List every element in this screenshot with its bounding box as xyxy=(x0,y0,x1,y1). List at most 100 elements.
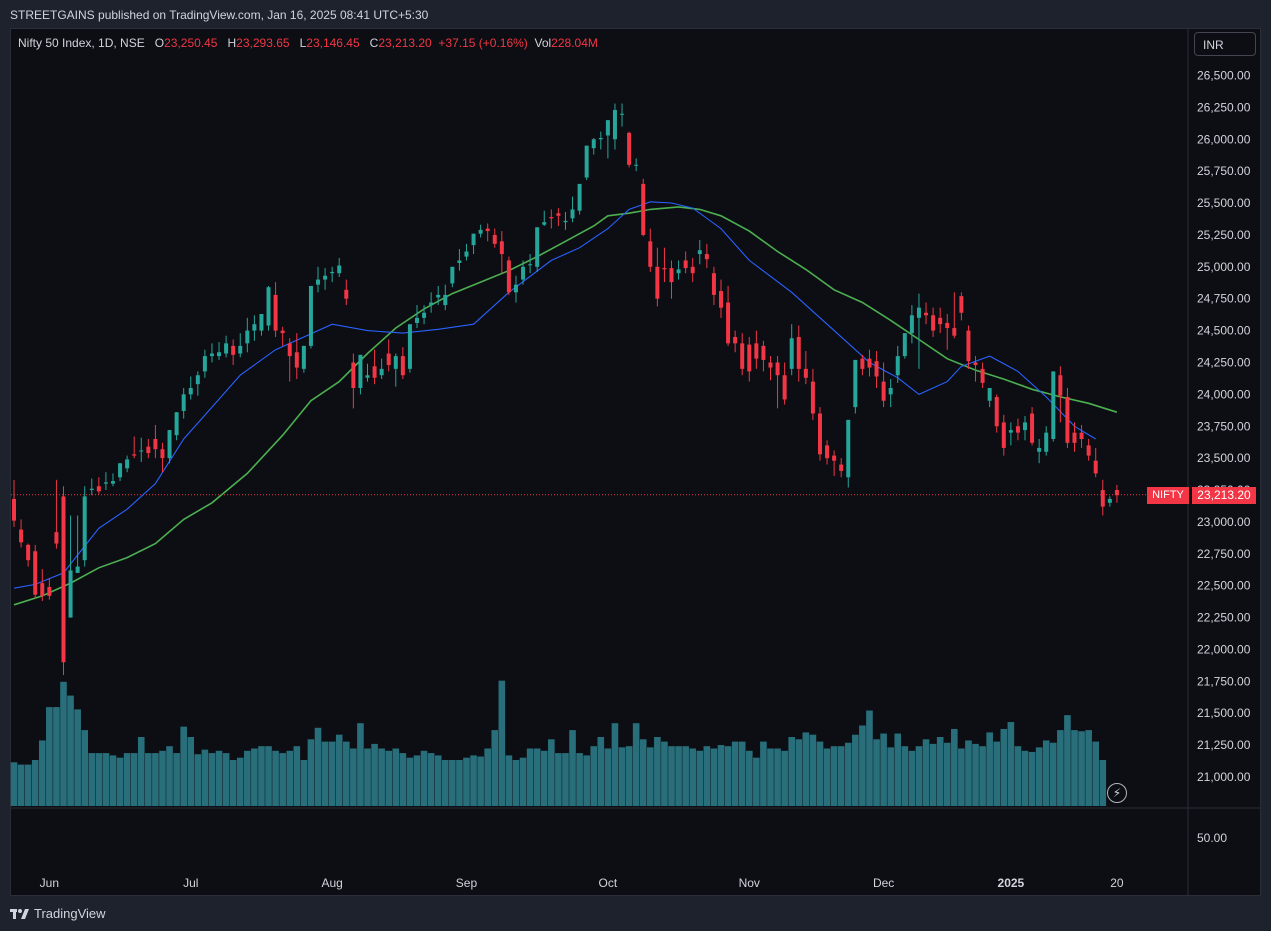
candle-body xyxy=(351,362,356,388)
time-tick-label: Oct xyxy=(599,876,618,890)
lightning-icon[interactable]: ⚡︎ xyxy=(1107,783,1127,803)
candle-body xyxy=(1079,432,1084,440)
volume-bar xyxy=(745,750,753,806)
candle-body xyxy=(238,345,243,354)
candle-body xyxy=(1023,422,1028,431)
volume-bar xyxy=(965,740,972,806)
volume-bar xyxy=(67,695,74,806)
legend-change: +37.15 (+0.16%) xyxy=(438,36,528,50)
time-tick-label: Dec xyxy=(873,876,894,890)
volume-bar xyxy=(611,723,619,806)
volume-bar xyxy=(456,760,463,806)
candle-body xyxy=(471,233,476,246)
price-tick-label: 24,750.00 xyxy=(1197,292,1251,306)
volume-bar xyxy=(852,734,859,806)
currency-button[interactable]: INR xyxy=(1194,32,1256,56)
time-tick-label: 20 xyxy=(1110,876,1124,890)
volume-bar xyxy=(760,741,767,806)
volume-bar xyxy=(604,748,612,806)
volume-bar xyxy=(597,737,605,806)
volume-bar xyxy=(548,739,555,806)
candle-body xyxy=(1086,445,1091,456)
candle-body xyxy=(308,285,313,346)
volume-bar xyxy=(936,737,944,806)
candle-body xyxy=(881,381,886,401)
candle-body xyxy=(33,551,38,595)
legend-low: 23,146.45 xyxy=(306,36,360,50)
volume-bar xyxy=(159,750,166,806)
candle-body xyxy=(542,222,547,225)
volume-bar xyxy=(533,748,541,806)
volume-bar xyxy=(505,755,513,806)
volume-bar xyxy=(576,753,583,806)
volume-bar xyxy=(738,741,746,806)
candle-body xyxy=(499,241,504,255)
volume-bar xyxy=(31,760,39,806)
volume-bar xyxy=(279,753,286,806)
candle-body xyxy=(1072,432,1077,443)
candle-body xyxy=(118,463,123,478)
candle-body xyxy=(563,220,568,223)
candle-body xyxy=(584,145,589,178)
candle-body xyxy=(754,343,759,359)
time-tick-label: Jul xyxy=(183,876,198,890)
volume-bar xyxy=(682,746,689,806)
price-tick-label: 24,000.00 xyxy=(1197,387,1251,401)
volume-bar xyxy=(449,760,456,806)
candle-body xyxy=(68,570,73,618)
volume-bar xyxy=(1014,746,1022,806)
candle-body xyxy=(386,353,391,366)
price-tick-label: 25,750.00 xyxy=(1197,164,1251,178)
volume-bar xyxy=(342,741,350,806)
candle-body xyxy=(528,264,533,266)
volume-bar xyxy=(1049,742,1057,806)
candle-body xyxy=(316,279,321,285)
candle-body xyxy=(485,228,490,232)
volume-bar xyxy=(1021,750,1029,806)
volume-bar xyxy=(717,745,725,806)
volume-bar xyxy=(102,753,110,806)
volume-bar xyxy=(809,734,817,806)
candle-body xyxy=(358,354,363,388)
price-tick-label: 22,750.00 xyxy=(1197,547,1251,561)
volume-bar xyxy=(434,755,442,806)
candle-body xyxy=(874,361,879,377)
volume-bar xyxy=(350,748,357,806)
volume-bar xyxy=(880,733,887,806)
chart-canvas[interactable]: 26,500.00 26,250.00 26,000.00 25,750.00 25,5… xyxy=(0,0,1271,931)
volume-bar xyxy=(767,748,774,806)
candle-body xyxy=(422,312,427,318)
volume-bar xyxy=(569,730,576,806)
volume-bar xyxy=(46,707,53,806)
legend-symbol: Nifty 50 Index, 1D, NSE xyxy=(18,36,145,50)
legend-open: 23,250.45 xyxy=(164,36,218,50)
footer-brand[interactable]: TradingView xyxy=(10,906,106,921)
candle-body xyxy=(648,241,653,267)
volume-bar xyxy=(1007,722,1015,806)
candle-body xyxy=(160,449,165,459)
candle-body xyxy=(853,359,858,408)
volume-bar xyxy=(229,760,237,806)
volume-bar xyxy=(562,753,569,806)
candle-body xyxy=(252,324,257,331)
volume-bar xyxy=(406,757,414,806)
candle-body xyxy=(747,344,752,372)
volume-bar xyxy=(109,755,117,806)
volume-bar xyxy=(1000,728,1008,806)
candle-body xyxy=(301,345,306,369)
candle-body xyxy=(478,229,483,234)
volume-bar xyxy=(116,757,124,806)
price-tick-label: 23,000.00 xyxy=(1197,515,1251,529)
volume-bar xyxy=(823,748,831,806)
volume-bar xyxy=(951,728,958,806)
price-tick-label: 24,500.00 xyxy=(1197,324,1251,338)
volume-bar xyxy=(922,739,930,806)
candle-body xyxy=(12,498,16,521)
volume-bar xyxy=(145,753,152,806)
volume-bar xyxy=(38,740,46,806)
volume-bar xyxy=(17,764,25,806)
volume-bar xyxy=(1035,747,1043,806)
volume-bar xyxy=(1092,741,1100,806)
volume-bar xyxy=(201,749,209,806)
volume-bar xyxy=(470,755,477,806)
